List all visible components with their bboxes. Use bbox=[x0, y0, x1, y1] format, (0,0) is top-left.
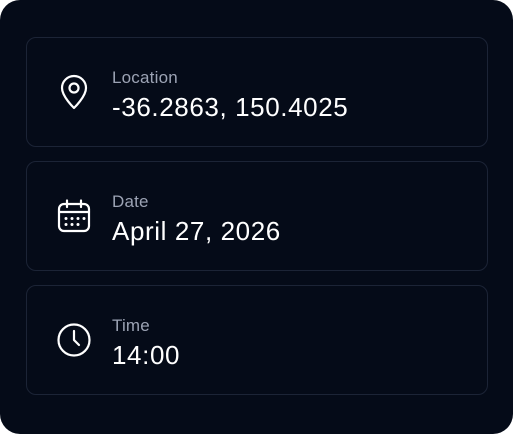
map-pin-icon bbox=[55, 73, 93, 111]
location-card: Location -36.2863, 150.4025 bbox=[26, 37, 488, 147]
clock-icon bbox=[55, 321, 93, 359]
time-label: Time bbox=[112, 316, 150, 335]
time-value: 14:00 bbox=[112, 340, 181, 370]
calendar-icon bbox=[55, 197, 93, 235]
location-label: Location bbox=[112, 68, 178, 87]
date-value: April 27, 2026 bbox=[112, 216, 281, 246]
details-panel: Location -36.2863, 150.4025 Date April 2… bbox=[0, 0, 513, 434]
time-card: Time 14:00 bbox=[26, 285, 488, 395]
date-card: Date April 27, 2026 bbox=[26, 161, 488, 271]
location-value: -36.2863, 150.4025 bbox=[112, 92, 349, 122]
date-label: Date bbox=[112, 192, 149, 211]
